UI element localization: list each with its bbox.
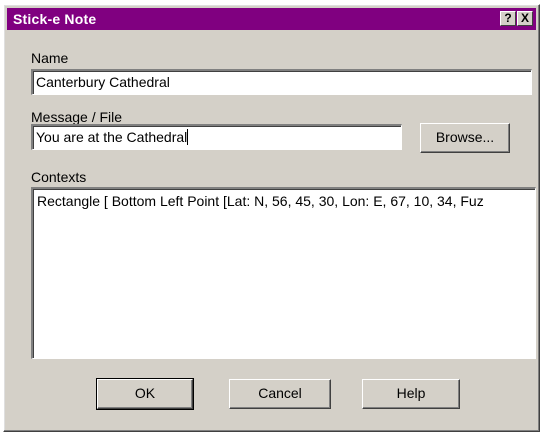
list-item[interactable]: Rectangle [ Bottom Left Point [Lat: N, 5…	[37, 193, 531, 209]
help-button[interactable]: Help	[362, 379, 460, 409]
name-label: Name	[31, 50, 69, 66]
message-file-input[interactable]: You are at the Cathedral	[31, 124, 402, 150]
name-input-value: Canterbury Cathedral	[36, 74, 170, 90]
help-question-icon[interactable]: ?	[500, 11, 516, 26]
browse-button[interactable]: Browse...	[420, 123, 510, 153]
window-title: Stick-e Note	[13, 11, 97, 27]
text-caret	[187, 129, 189, 145]
cancel-button[interactable]: Cancel	[229, 379, 331, 409]
ok-button[interactable]: OK	[96, 378, 194, 410]
message-file-input-value: You are at the Cathedral	[36, 129, 188, 145]
stick-e-note-dialog: Stick-e Note ? X Name Canterbury Cathedr…	[3, 4, 540, 432]
close-icon[interactable]: X	[517, 11, 533, 26]
name-input[interactable]: Canterbury Cathedral	[31, 69, 532, 95]
contexts-label: Contexts	[31, 169, 87, 185]
message-file-label: Message / File	[31, 109, 123, 125]
title-bar[interactable]: Stick-e Note ? X	[7, 8, 536, 30]
contexts-list[interactable]: Rectangle [ Bottom Left Point [Lat: N, 5…	[31, 187, 536, 359]
